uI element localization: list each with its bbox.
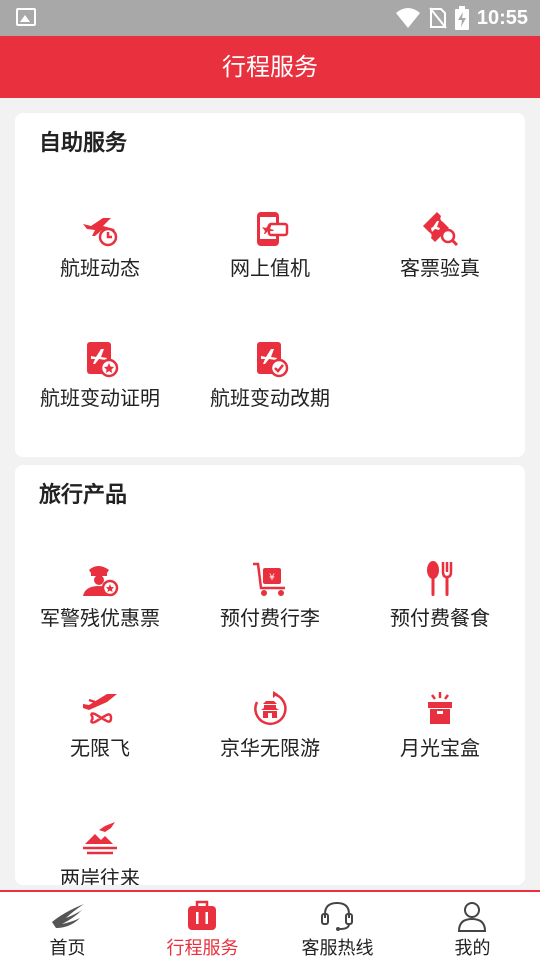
nav-customer-hotline[interactable]: 客服热线: [270, 892, 405, 960]
bottom-navigation: 首页 行程服务 客服热线 我的: [0, 890, 540, 960]
product-item-label: 预付费餐食: [390, 606, 490, 630]
travel-products-card: 旅行产品 军警残优惠票 ¥ 预付费行李 预付费餐食 无限飞 京华无限游 月光宝盒…: [15, 465, 525, 885]
battery-charging-icon: [454, 6, 469, 30]
section-title-self-service: 自助服务: [39, 131, 128, 156]
status-time: 10:55: [476, 6, 528, 29]
service-item-flight-status[interactable]: 航班动态: [15, 210, 185, 320]
phone-boarding-icon: [257, 212, 289, 246]
product-item-label: 月光宝盒: [400, 736, 480, 760]
nav-trip-service[interactable]: 行程服务: [135, 892, 270, 960]
service-item-ticket-verify[interactable]: 客票验真: [355, 210, 525, 320]
service-item-flight-certificate[interactable]: 航班变动证明: [15, 340, 185, 450]
nav-label: 客服热线: [301, 938, 374, 959]
officer-discount-icon: [83, 566, 119, 597]
product-item-moonlight-box[interactable]: 月光宝盒: [355, 690, 525, 800]
svg-text:¥: ¥: [269, 573, 275, 583]
nav-label: 首页: [49, 938, 86, 959]
product-item-label: 预付费行李: [220, 606, 320, 630]
luggage-cart-icon: ¥: [253, 562, 285, 596]
gallery-notification-icon: [16, 8, 36, 26]
flight-clock-icon: [83, 218, 118, 247]
product-item-jinghua-tour[interactable]: 京华无限游: [185, 690, 355, 800]
service-item-label: 航班动态: [60, 256, 140, 280]
product-item-unlimited-fly[interactable]: 无限飞: [15, 690, 185, 800]
flight-reschedule-icon: [257, 342, 289, 378]
status-icons: 10:55: [395, 4, 528, 32]
service-item-label: 航班变动改期: [210, 386, 330, 410]
product-item-cross-strait[interactable]: 两岸往来: [15, 820, 185, 885]
service-item-label: 网上值机: [230, 256, 310, 280]
temple-tour-icon: [254, 691, 287, 726]
infinite-flight-icon: [83, 694, 117, 724]
nav-label: 我的: [454, 938, 491, 959]
spoon-fork-icon: [427, 561, 453, 596]
nav-label: 行程服务: [166, 938, 239, 959]
wifi-icon: [395, 8, 420, 28]
cross-strait-icon: [83, 822, 117, 855]
product-item-officer-discount[interactable]: 军警残优惠票: [15, 560, 185, 670]
nav-home[interactable]: 首页: [0, 892, 135, 960]
person-icon: [457, 902, 487, 932]
product-item-label: 两岸往来: [60, 866, 140, 885]
service-item-online-checkin[interactable]: 网上值机: [185, 210, 355, 320]
suitcase-icon: [188, 900, 216, 930]
status-bar: 10:55: [0, 0, 540, 36]
no-sim-icon: [429, 7, 447, 29]
product-item-label: 军警残优惠票: [40, 606, 160, 630]
product-item-prepaid-meal[interactable]: 预付费餐食: [355, 560, 525, 670]
service-item-flight-reschedule[interactable]: 航班变动改期: [185, 340, 355, 450]
product-item-prepaid-luggage[interactable]: ¥ 预付费行李: [185, 560, 355, 670]
gift-box-icon: [428, 692, 452, 724]
product-item-label: 无限飞: [70, 736, 130, 760]
ticket-verify-icon: [423, 212, 459, 247]
self-service-card: 自助服务 航班动态 网上值机 客票验真 航班变动证明 航班变动改期: [15, 113, 525, 457]
service-item-label: 客票验真: [400, 256, 480, 280]
service-item-label: 航班变动证明: [40, 386, 160, 410]
flight-certificate-icon: [87, 342, 119, 378]
headset-icon: [321, 901, 353, 931]
home-logo-icon: [52, 904, 84, 928]
product-item-label: 京华无限游: [220, 736, 320, 760]
section-title-travel-products: 旅行产品: [39, 483, 128, 508]
page-title: 行程服务: [0, 36, 540, 98]
nav-profile[interactable]: 我的: [405, 892, 540, 960]
